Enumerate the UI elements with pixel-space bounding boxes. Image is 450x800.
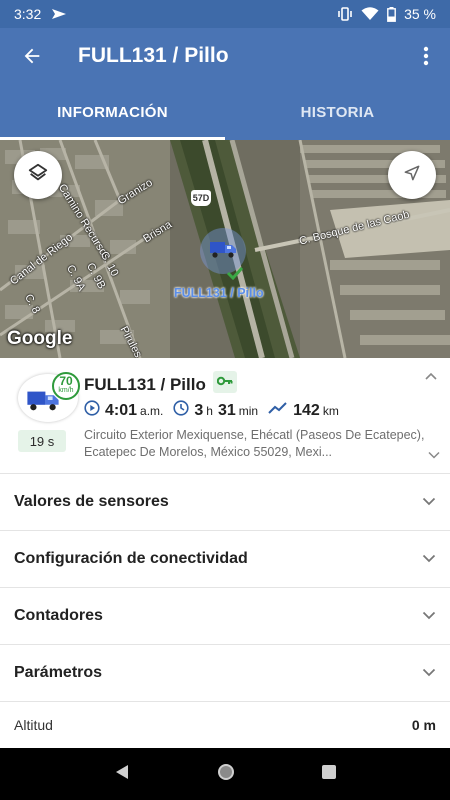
duration-minutes-unit: min xyxy=(238,403,259,418)
section-parametros[interactable]: Parámetros xyxy=(0,645,450,702)
more-vert-icon[interactable] xyxy=(402,28,450,84)
truck-icon xyxy=(209,239,237,264)
clock-icon xyxy=(173,400,194,421)
last-update-timer: 19 s xyxy=(18,430,66,452)
tab-bar: INFORMACIÓN HISTORIA xyxy=(0,84,450,140)
play-circle-icon xyxy=(84,400,105,421)
section-label: Configuración de conectividad xyxy=(14,550,248,567)
map-vehicle-label: FULL131 / Pillo xyxy=(174,286,264,300)
altitude-value: 0 m xyxy=(411,717,436,733)
duration-hours: 3 xyxy=(194,401,204,419)
tab-historia[interactable]: HISTORIA xyxy=(225,84,450,140)
system-nav-bar xyxy=(0,748,450,800)
vehicle-address: Circuito Exterior Mexiquense, Ehécatl (P… xyxy=(84,428,425,459)
distance-value: 142 xyxy=(293,401,320,419)
app-bar: FULL131 / Pillo xyxy=(0,28,450,84)
map-layers-button[interactable] xyxy=(14,151,62,199)
nav-home-icon[interactable] xyxy=(216,762,236,787)
chevron-down-icon xyxy=(422,493,436,511)
page-title: FULL131 / Pillo xyxy=(78,44,229,67)
duration-stat: 3 h 31 min xyxy=(173,400,258,421)
time-stat: 4:01 a.m. xyxy=(84,400,163,421)
google-attribution: Google xyxy=(7,328,73,349)
vibrate-icon xyxy=(337,7,353,21)
nav-back-icon[interactable] xyxy=(113,763,131,786)
trip-stats: 4:01 a.m. 3 h 31 min 142 km xyxy=(84,400,349,421)
chevron-down-icon xyxy=(422,607,436,625)
vehicle-name: FULL131 / Pillo xyxy=(84,375,206,394)
arrow-back-icon[interactable] xyxy=(4,28,60,84)
ignition-key-badge xyxy=(213,371,237,393)
trend-line-icon xyxy=(268,401,293,420)
status-time: 3:32 xyxy=(14,6,42,22)
altitude-row: Altitud 0 m xyxy=(0,702,450,748)
speed-badge: 70 km/h xyxy=(52,372,80,400)
section-label: Valores de sensores xyxy=(14,493,169,510)
duration-minutes: 31 xyxy=(217,401,236,419)
vehicle-info-card: 70 km/h 19 s FULL131 / Pillo 4:01 a.m. 3… xyxy=(0,358,450,474)
status-bar: 3:32 35 % xyxy=(0,0,450,28)
battery-percent: 35 % xyxy=(404,6,436,22)
chevron-down-icon[interactable] xyxy=(428,446,440,464)
time-value: 4:01 xyxy=(105,401,138,419)
section-valores-de-sensores[interactable]: Valores de sensores xyxy=(0,474,450,531)
wifi-icon xyxy=(361,7,379,21)
altitude-label: Altitud xyxy=(14,717,53,733)
nav-recents-icon[interactable] xyxy=(321,764,337,785)
chevron-up-icon[interactable] xyxy=(424,368,438,386)
speed-value: 70 xyxy=(59,374,73,388)
time-suffix: a.m. xyxy=(140,403,164,418)
key-icon xyxy=(216,373,233,391)
section-label: Parámetros xyxy=(14,664,103,681)
distance-unit: km xyxy=(322,403,339,418)
layers-icon xyxy=(27,162,49,189)
battery-icon xyxy=(387,6,396,22)
route-shield-57d: 57D xyxy=(191,190,211,206)
tab-informacion[interactable]: INFORMACIÓN xyxy=(0,84,225,140)
speed-unit: km/h xyxy=(58,387,74,394)
section-configuracion-de-conectividad[interactable]: Configuración de conectividad xyxy=(0,531,450,588)
map-view[interactable]: Camino Recursos Granizo Brisna Canal de … xyxy=(0,140,450,358)
send-icon xyxy=(51,8,67,20)
chevron-down-icon xyxy=(422,664,436,682)
section-contadores[interactable]: Contadores xyxy=(0,588,450,645)
distance-stat: 142 km xyxy=(268,401,339,420)
duration-hours-unit: h xyxy=(206,403,213,418)
chevron-down-icon xyxy=(422,550,436,568)
navigation-arrow-icon xyxy=(402,163,422,188)
section-label: Contadores xyxy=(14,607,103,624)
navigate-button[interactable] xyxy=(388,151,436,199)
check-icon xyxy=(226,266,244,285)
